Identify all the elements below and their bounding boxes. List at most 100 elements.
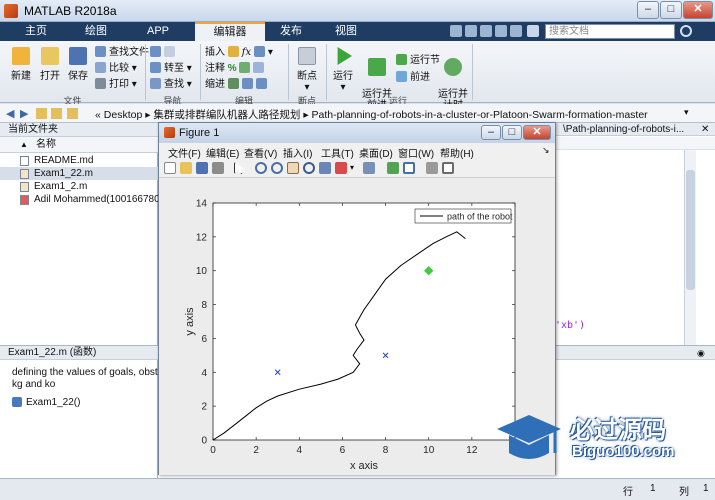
redo-quick-icon[interactable] (510, 25, 522, 37)
watermark-url: Biguo100.com (572, 443, 675, 460)
goto-button[interactable]: 转至 ▾ (150, 62, 192, 75)
address-dropdown-icon[interactable]: ▾ (684, 107, 689, 118)
tab-plots[interactable]: 绘图 (70, 22, 122, 41)
watermark-logo: 必过源码 Biguo100.com (495, 405, 715, 475)
open-label: 打开 (40, 71, 60, 82)
menu-file[interactable]: 文件(F) (168, 145, 201, 160)
search-input[interactable]: 搜索文档 (545, 24, 675, 39)
file-name: Exam1_2.m (34, 181, 88, 192)
tab-apps[interactable]: APP (132, 22, 184, 41)
figure-minimize-button[interactable]: – (481, 125, 501, 140)
minimize-button[interactable]: – (637, 1, 659, 19)
y-axis-label: y axis (184, 307, 196, 336)
scrollbar-thumb[interactable] (686, 170, 695, 290)
brush-icon[interactable] (335, 162, 347, 174)
edit-plot-icon[interactable] (234, 162, 245, 174)
figure-maximize-button[interactable]: □ (502, 125, 522, 140)
new-button[interactable]: 新建 (8, 47, 34, 82)
y-tick-label: 10 (196, 266, 208, 277)
help-quick-icon[interactable] (527, 25, 539, 37)
maximize-button[interactable]: □ (660, 1, 682, 19)
zoom-in-icon[interactable] (255, 162, 267, 174)
run-button[interactable]: 运行 ▾ (330, 47, 356, 93)
menu-help[interactable]: 帮助(H) (440, 145, 474, 160)
back-arrow-icon[interactable]: ◀ (6, 107, 14, 120)
menu-dock-icon[interactable]: ↘ (542, 145, 550, 156)
nav-back-button[interactable] (150, 46, 178, 59)
zoom-out-icon[interactable] (271, 162, 283, 174)
menu-insert[interactable]: 插入(I) (283, 145, 312, 160)
file-item[interactable]: Exam1_22.m (0, 167, 158, 180)
compare-button[interactable]: 比较 ▾ (95, 62, 137, 75)
decrease-indent-icon (255, 78, 267, 89)
undo-quick-icon[interactable] (495, 25, 507, 37)
browse-folder-icon[interactable] (51, 108, 62, 119)
search-icon[interactable] (680, 25, 692, 37)
data-cursor-icon[interactable] (319, 162, 331, 174)
breakpoints-button[interactable]: 断点 ▾ (292, 47, 322, 93)
tab-home[interactable]: 主页 (10, 22, 62, 41)
new-figure-icon[interactable] (164, 162, 176, 174)
menu-desktop[interactable]: 桌面(D) (359, 145, 393, 160)
tab-view[interactable]: 视图 (320, 22, 372, 41)
editor-scrollbar[interactable] (684, 150, 696, 345)
file-name: Exam1_22.m (34, 168, 93, 179)
hide-tools-icon[interactable] (426, 162, 438, 174)
figure-close-button[interactable]: ✕ (523, 125, 551, 140)
function-item[interactable]: Exam1_22() (12, 397, 80, 408)
file-item[interactable]: Exam1_2.m (0, 180, 158, 193)
tab-editor[interactable]: 编辑器 (195, 22, 265, 41)
name-column-header[interactable]: 名称 ▲ (0, 137, 158, 153)
file-item[interactable]: README.md (0, 154, 158, 167)
brush-dropdown-icon[interactable]: ▾ (350, 163, 354, 172)
colorbar-icon[interactable] (387, 162, 399, 174)
run-section-button[interactable]: 运行节 (396, 54, 440, 67)
run-play-icon (337, 47, 352, 65)
breadcrumb-separator[interactable]: ▸ (145, 109, 150, 121)
link-plot-icon[interactable] (363, 162, 375, 174)
breadcrumb-desktop[interactable]: Desktop (104, 109, 143, 121)
forward-arrow-icon[interactable]: ▶ (20, 107, 28, 120)
breadcrumb-current-folder[interactable]: Path-planning-of-robots-in-a-cluster-or-… (312, 109, 648, 121)
breadcrumb-overflow[interactable]: « (95, 109, 101, 121)
current-folder-header: 当前文件夹 (0, 123, 158, 137)
close-button[interactable]: ✕ (683, 1, 713, 19)
breadcrumb-separator[interactable]: ▸ (303, 109, 308, 121)
open-file-icon[interactable] (180, 162, 192, 174)
breakpoints-icon (298, 47, 316, 65)
comment-button[interactable]: 注释 % (205, 62, 267, 75)
editor-close-icon[interactable]: ✕ (701, 124, 709, 135)
y-tick-label: 6 (201, 334, 207, 345)
file-item[interactable]: Adil Mohammed(1001667808) (0, 193, 158, 206)
find-button[interactable]: 查找 ▾ (150, 78, 192, 91)
find-files-button[interactable]: 查找文件 (95, 46, 149, 59)
advance-icon (396, 71, 407, 82)
open-button[interactable]: 打开 (37, 47, 63, 82)
pan-icon[interactable] (287, 162, 299, 174)
print-button[interactable]: 打印 ▾ (95, 78, 137, 91)
menu-tools[interactable]: 工具(T) (321, 145, 354, 160)
tab-publish[interactable]: 发布 (268, 22, 314, 41)
pdf-file-icon (20, 195, 29, 205)
rotate-icon[interactable] (303, 162, 315, 174)
cut-quick-icon[interactable] (465, 25, 477, 37)
legend-icon[interactable] (403, 162, 415, 174)
breadcrumb-project-folder[interactable]: 集群或排群编队机器人路径规划 (153, 109, 300, 121)
save-quick-icon[interactable] (450, 25, 462, 37)
menu-view[interactable]: 查看(V) (244, 145, 277, 160)
function-icon (12, 397, 22, 407)
save-button[interactable]: 保存 (65, 47, 91, 82)
save-figure-icon[interactable] (196, 162, 208, 174)
copy-quick-icon[interactable] (480, 25, 492, 37)
advance-button[interactable]: 前进 (396, 71, 430, 84)
show-tools-icon[interactable] (442, 162, 454, 174)
editor-tab-path[interactable]: \Path-planning-of-robots-i... (563, 124, 684, 135)
menu-window[interactable]: 窗口(W) (398, 145, 434, 160)
print-figure-icon[interactable] (212, 162, 224, 174)
up-folder-icon[interactable] (36, 108, 47, 119)
insert-button[interactable]: 插入 fx ▾ (205, 46, 273, 59)
indent-button[interactable]: 缩进 (205, 78, 270, 91)
panel-menu-icon[interactable]: ◉ (697, 348, 705, 359)
menu-edit[interactable]: 编辑(E) (206, 145, 239, 160)
goto-icon (150, 62, 161, 73)
